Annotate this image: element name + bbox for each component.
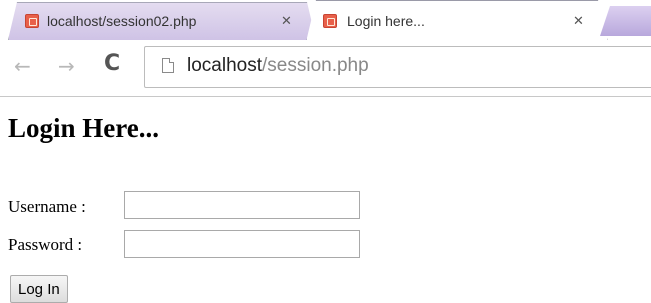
- address-bar[interactable]: localhost/session.php: [144, 46, 651, 88]
- tab-login-here[interactable]: Login here... ✕: [306, 0, 608, 42]
- url-host: localhost: [187, 55, 262, 76]
- page-title: Login Here...: [8, 113, 159, 143]
- tab-title: localhost/session02.php: [47, 13, 197, 29]
- browser-toolbar: ← → C localhost/session.php: [0, 40, 651, 97]
- login-button[interactable]: Log In: [10, 275, 68, 303]
- xampp-icon: [323, 14, 337, 28]
- tab-title: Login here...: [347, 13, 425, 29]
- close-icon[interactable]: ✕: [281, 14, 292, 29]
- close-icon[interactable]: ✕: [573, 14, 584, 29]
- browser-tab-strip: localhost/session02.php ✕ Login here... …: [0, 0, 651, 40]
- url-path: /session.php: [262, 55, 369, 76]
- forward-arrow-icon[interactable]: →: [58, 54, 75, 78]
- username-label: Username :: [8, 197, 86, 216]
- tab-session02[interactable]: localhost/session02.php ✕: [8, 2, 316, 40]
- back-arrow-icon[interactable]: ←: [14, 54, 31, 78]
- password-input[interactable]: [124, 230, 360, 258]
- reload-icon[interactable]: C: [104, 51, 120, 76]
- xampp-icon: [25, 14, 39, 28]
- new-tab-button[interactable]: [600, 6, 651, 36]
- username-input[interactable]: [124, 191, 360, 219]
- url-text: localhost/session.php: [187, 55, 369, 77]
- page-icon: [162, 58, 174, 73]
- page-content: Login Here... Username : Password : Log …: [0, 97, 651, 303]
- password-label: Password :: [8, 235, 83, 254]
